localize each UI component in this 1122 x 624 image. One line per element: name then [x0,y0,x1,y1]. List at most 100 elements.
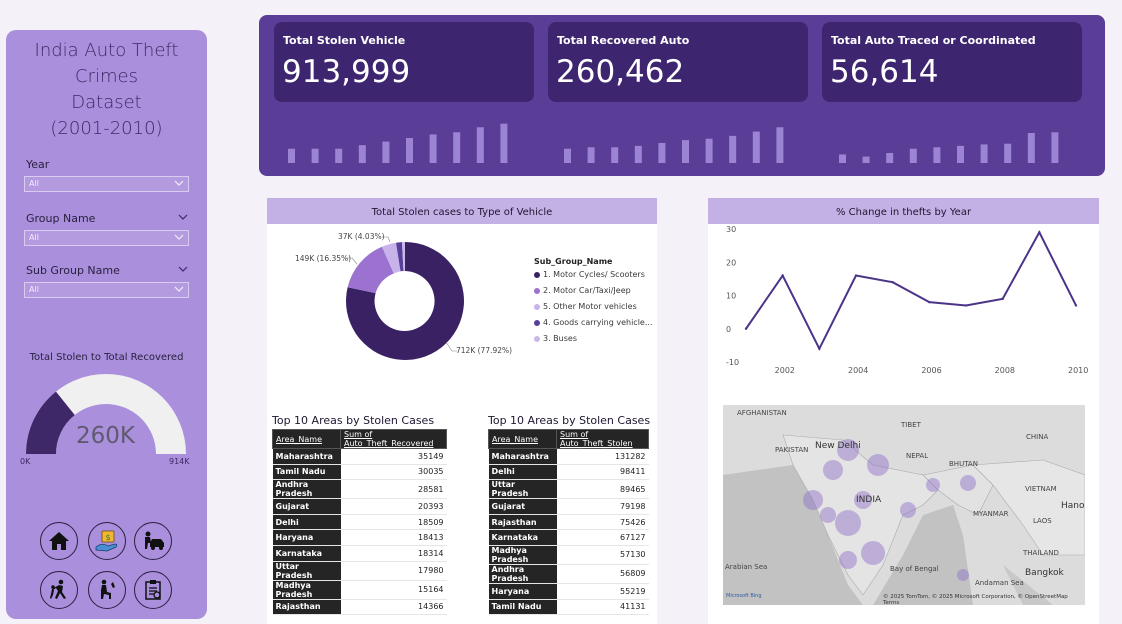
column-header[interactable]: Area_Name [272,429,341,449]
area-name-cell: Delhi [488,464,557,481]
legend-item[interactable]: 1. Motor Cycles/ Scooters [534,270,645,279]
home-icon [49,532,69,550]
series-line[interactable] [745,230,1077,351]
map-label: Bay of Bengal [890,565,939,573]
area-name-cell: Madhya Pradesh [272,580,341,600]
sparkline-bar [406,138,413,163]
area-name-cell: Tamil Nadu [272,464,341,481]
table-row[interactable]: Karnataka 18314 [272,545,447,562]
kneeling-person-icon [101,579,115,599]
map-attribution[interactable]: © 2025 TomTom, © 2025 Microsoft Corporat… [883,594,1085,605]
map-label: LAOS [1033,517,1052,525]
car-theft-button[interactable] [134,522,172,560]
chevron-down-icon[interactable] [178,212,188,222]
kpi-label: Total Stolen Vehicle [283,34,406,47]
area-name-cell: Gujarat [488,498,557,515]
table-row[interactable]: Maharashtra 35149 [272,448,447,465]
data-point[interactable] [854,274,858,277]
table-row[interactable]: Andhra Pradesh 28581 [272,479,447,500]
table-row[interactable]: Delhi 18509 [272,514,447,531]
year-slicer-value: All [29,179,39,188]
kpi-card-recovered: Total Recovered Auto 260,462 [548,22,808,102]
sparkline-bar [453,132,461,163]
table-row[interactable]: Madhya Pradesh 15164 [272,580,447,600]
value-cell: 18413 [340,529,447,546]
money-button[interactable]: $ [88,522,126,560]
map-label: TIBET [901,421,921,429]
legend-label: 3. Buses [543,334,577,343]
data-point[interactable] [781,274,784,277]
y-tick-label: 20 [726,258,736,267]
table-row[interactable]: Karnataka 67127 [488,529,649,546]
svg-text:$: $ [105,533,110,542]
kpi-value: 260,462 [556,54,685,90]
table-stolen-title: Top 10 Areas by Stolen Cases [488,414,651,427]
sparkline-bar [335,148,343,163]
data-point[interactable] [1001,297,1004,301]
report-button[interactable] [134,571,172,609]
home-button[interactable] [40,522,78,560]
year-slicer[interactable]: All [24,176,189,192]
data-point[interactable] [964,304,968,307]
title-line-2: Dataset [71,92,142,113]
sparkline-bar [682,140,689,163]
table-row[interactable]: Tamil Nadu 30035 [272,464,447,481]
legend-item[interactable]: 3. Buses [534,334,577,343]
area-name-cell: Karnataka [488,529,557,546]
column-header[interactable]: Sum of Auto_Theft_Recovered [340,429,447,449]
legend-dot [534,271,540,278]
value-cell: 30035 [340,464,447,481]
line-chart[interactable]: 3020100-102002 2004 2006 2008 2010 [708,222,1099,382]
chevron-down-icon[interactable] [174,178,184,188]
subgroup-slicer[interactable]: All [24,282,189,298]
chevron-down-icon[interactable] [174,284,184,294]
data-point[interactable] [891,281,894,284]
sparkline-bar [611,147,619,163]
map-label: NEPAL [906,452,929,460]
column-header[interactable]: Area_Name [488,429,557,449]
legend-item[interactable]: 2. Motor Car/Taxi/Jeep [534,286,631,295]
legend-item[interactable]: 4. Goods carrying vehicle... [534,318,652,327]
chevron-down-icon[interactable] [174,232,184,242]
map-visual[interactable]: AFGHANISTAN TIBET PAKISTAN New Delhi NEP… [723,405,1085,605]
x-tick-label: 2002 [775,366,795,375]
sparkline-bar [1051,132,1059,163]
data-point[interactable] [928,300,931,304]
data-point[interactable] [1038,231,1041,234]
legend-item[interactable]: 5. Other Motor vehicles [534,302,637,311]
table-row[interactable]: Rajasthan 14366 [272,599,447,616]
table-row[interactable]: Maharashtra 131282 [488,448,649,465]
table-row[interactable]: Delhi 98411 [488,464,649,481]
value-cell: 55219 [556,583,649,600]
table-row[interactable]: Haryana 55219 [488,583,649,600]
document-list-icon [145,580,161,600]
title-line-1: India Auto Theft Crimes [34,40,179,87]
data-point[interactable] [744,327,748,330]
data-point[interactable] [1074,304,1078,307]
map-label: INDIA [856,495,882,505]
sparkline-bar [729,135,737,163]
group-slicer[interactable]: All [24,230,189,246]
table-row[interactable]: Rajasthan 75426 [488,514,649,531]
arrest-button[interactable] [88,571,126,609]
column-header[interactable]: Sum of Auto_Theft_Stolen [556,429,649,449]
data-point[interactable] [818,347,821,350]
sparkline-bar [500,123,508,163]
table-row[interactable]: Haryana 18413 [272,529,447,546]
value-cell: 56809 [556,564,649,584]
sparkline-bar [933,147,941,163]
table-row[interactable]: Tamil Nadu 41131 [488,599,649,616]
thief-button[interactable] [40,571,78,609]
table-row[interactable]: Uttar Pradesh 17980 [272,561,447,581]
chevron-down-icon[interactable] [178,264,188,274]
area-name-cell: Maharashtra [488,448,557,465]
table-row[interactable]: Madhya Pradesh 57130 [488,545,649,565]
table-row[interactable]: Gujarat 20393 [272,498,447,515]
donut-title: Total Stolen cases to Type of Vehicle [267,198,657,224]
table-row[interactable]: Gujarat 79198 [488,498,649,515]
value-cell: 17980 [340,561,447,581]
table-row[interactable]: Andhra Pradesh 56809 [488,564,649,584]
table-row[interactable]: Uttar Pradesh 89465 [488,479,649,500]
kpi-sparkline-recovered [564,127,784,163]
car-theft-icon [145,531,164,550]
